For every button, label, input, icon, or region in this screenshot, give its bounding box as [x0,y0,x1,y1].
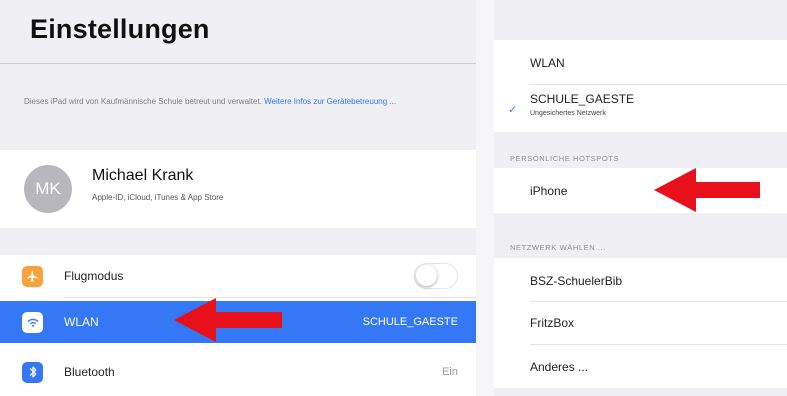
hotspot-name: iPhone [530,184,568,198]
network-row-other[interactable]: Anderes ... [494,345,787,388]
networks-group: BSZ-SchuelerBib FritzBox Anderes ... [494,258,787,388]
settings-item-label: Flugmodus [64,269,124,283]
profile-subtitle: Apple-ID, iCloud, iTunes & App Store [92,193,224,202]
networks-section-header: NETZWERK WÄHLEN ... [510,243,606,252]
avatar: MK [24,165,72,213]
management-text: Dieses iPad wird von Kaufmännische Schul… [24,97,262,106]
hotspots-section-header: PERSÖNLICHE HOTSPOTS [510,154,620,163]
connected-network-status: Ungesichertes Netzwerk [530,110,606,117]
settings-item-label: Bluetooth [64,365,115,379]
wlan-group: WLAN ✓ SCHULE_GAESTE Ungesichertes Netzw… [494,40,787,132]
connected-network-name: SCHULE_GAESTE [530,92,635,106]
red-arrow-icon [174,298,282,342]
profile-row[interactable]: MK Michael Krank Apple-ID, iCloud, iTune… [0,150,476,228]
red-arrow-icon [654,168,760,212]
panel-divider [476,0,494,396]
wlan-header-row: WLAN [494,40,787,84]
management-info-link[interactable]: Weitere Infos zur Gerätebetreuung ... [264,97,396,106]
network-name: Anderes ... [530,360,589,374]
settings-item-bluetooth[interactable]: Bluetooth Ein [0,351,476,393]
divider [0,63,476,64]
settings-item-flugmodus[interactable]: Flugmodus [0,255,476,297]
settings-item-value: SCHULE_GAESTE [362,316,458,328]
network-name: BSZ-SchuelerBib [530,274,623,288]
network-name: FritzBox [530,316,575,330]
wlan-header: WLAN [530,56,565,70]
network-row[interactable]: BSZ-SchuelerBib [494,258,787,301]
bluetooth-icon [22,361,43,383]
network-row[interactable]: FritzBox [494,302,787,344]
checkmark-icon: ✓ [508,104,518,116]
device-management-notice: Dieses iPad wird von Kaufmännische Schul… [24,95,464,108]
connected-network-row[interactable]: ✓ SCHULE_GAESTE Ungesichertes Netzwerk [494,85,787,131]
profile-name: Michael Krank [92,167,194,184]
wifi-icon [22,311,43,333]
toggle-knob [416,265,437,286]
airplane-icon [22,265,43,287]
page-title: Einstellungen [30,14,210,44]
settings-item-value: Ein [442,366,458,378]
airplane-mode-toggle[interactable] [414,263,458,289]
settings-item-label: WLAN [64,315,99,329]
